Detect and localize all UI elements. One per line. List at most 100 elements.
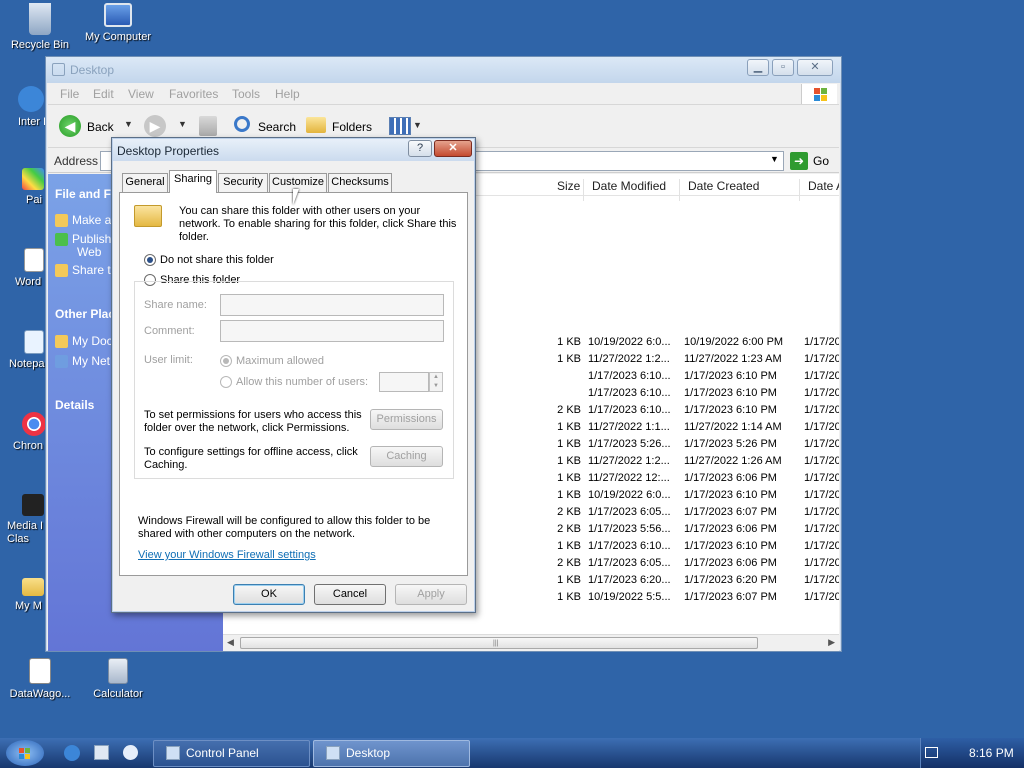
sharing-panel: You can share this folder with other use… [119,192,468,576]
start-button[interactable] [6,740,44,766]
permissions-button[interactable]: Permissions [370,409,443,430]
cell-date-created: 1/17/2023 6:07 PM [684,591,777,603]
tab-security[interactable]: Security [218,173,268,192]
task-make-new-folder[interactable]: Make a [55,213,111,228]
cell-size: 2 KB [557,404,581,416]
taskbar-control-panel[interactable]: Control Panel [153,740,310,767]
column-size[interactable]: Size [557,179,580,193]
tab-sharing[interactable]: Sharing [169,170,217,193]
cell-date-modified: 10/19/2022 5:5... [588,591,671,603]
forward-dropdown-icon[interactable]: ▼ [178,119,187,129]
tab-checksums[interactable]: Checksums [328,173,392,192]
address-dropdown-icon[interactable]: ▼ [770,154,779,164]
desktop-icon-recycle-bin[interactable]: Recycle Bin [0,3,80,52]
apply-button[interactable]: Apply [395,584,467,605]
views-icon[interactable] [389,117,411,135]
go-button[interactable]: Go [813,154,829,168]
radio-maximum-allowed-label[interactable]: Maximum allowed [236,355,324,368]
desktop-icon-label: Media I Clas [7,520,44,545]
radio-allow-number-label[interactable]: Allow this number of users: [236,376,368,389]
details-heading[interactable]: Details [55,398,94,412]
radio-do-not-share-label[interactable]: Do not share this folder [160,254,274,267]
forward-arrow-icon[interactable]: ▶ [144,115,166,137]
place-my-documents[interactable]: My Doc [55,334,113,349]
tray-keyboard-icon[interactable] [925,747,938,758]
folders-button[interactable]: Folders [332,120,372,134]
desktop-icon-my-computer[interactable]: My Computer [78,3,158,44]
tray-clock[interactable]: 8:16 PM [969,746,1014,760]
column-date-created[interactable]: Date Created [688,179,759,193]
scroll-right-icon[interactable]: ▶ [828,637,835,648]
search-icon[interactable] [234,116,250,132]
mouse-cursor-icon [293,189,305,205]
menu-view[interactable]: View [128,87,154,101]
menu-favorites[interactable]: Favorites [169,87,218,101]
cell-date-modified: 1/17/2023 6:10... [588,387,671,399]
quicklaunch-ie-icon[interactable] [64,745,80,761]
back-arrow-icon[interactable]: ◀ [59,115,81,137]
comment-input[interactable] [220,320,444,342]
desktop-icon-word[interactable]: Word [0,248,46,289]
firewall-settings-link[interactable]: View your Windows Firewall settings [138,549,316,561]
folders-icon[interactable] [306,117,326,133]
cell-date-modified: 1/17/2023 5:26... [588,438,671,450]
task-publish-web[interactable]: Publish Web [55,232,115,259]
cell-size: 1 KB [557,421,581,433]
user-count-spinner[interactable]: ▲ ▼ [429,372,443,392]
menu-help[interactable]: Help [275,87,300,101]
menu-edit[interactable]: Edit [93,87,114,101]
taskbar-desktop[interactable]: Desktop [313,740,470,767]
radio-maximum-allowed[interactable] [220,355,232,367]
help-button[interactable]: ? [408,140,432,157]
scroll-thumb[interactable]: ||| [240,637,758,649]
search-button[interactable]: Search [258,120,296,134]
share-name-input[interactable] [220,294,444,316]
views-dropdown-icon[interactable]: ▼ [413,120,422,130]
cell-date-created: 1/17/2023 5:26 PM [684,438,777,450]
column-date-accessed[interactable]: Date A [808,179,839,193]
up-folder-icon[interactable] [199,116,217,136]
menu-file[interactable]: File [60,87,79,101]
go-arrow-icon[interactable]: ➜ [790,152,808,170]
radio-do-not-share[interactable] [144,254,156,266]
cell-date-modified: 1/17/2023 6:05... [588,557,671,569]
desktop-icon-paint[interactable]: Pai [0,168,46,207]
minimize-button[interactable]: ▁ [747,59,769,76]
place-my-network[interactable]: My Net [55,354,110,369]
maximize-button[interactable]: ▫ [772,59,794,76]
chrome-icon [22,412,46,436]
task-share-folder[interactable]: Share t [55,263,111,278]
explorer-window-icon [52,63,65,76]
column-date-modified[interactable]: Date Modified [592,179,666,193]
tab-general[interactable]: General [122,173,168,192]
cell-date-created: 1/17/2023 6:06 PM [684,523,777,535]
address-label: Address [54,154,99,168]
dialog-titlebar[interactable]: Desktop Properties ? ✕ [113,139,474,161]
scroll-left-icon[interactable]: ◀ [227,637,234,648]
cell-date-created: 1/17/2023 6:10 PM [684,540,777,552]
caching-button[interactable]: Caching [370,446,443,467]
desktop-icon-media-player-classic[interactable]: Media I Clas [0,494,46,546]
desktop-icon-datawagon[interactable]: DataWago... [0,658,80,701]
cell-size: 1 KB [557,540,581,552]
desktop-icon-notepad[interactable]: Notepa [0,330,46,371]
desktop-icon-internet-explorer[interactable]: Inter Explo [0,86,46,129]
radio-allow-number[interactable] [220,376,232,388]
close-button[interactable]: ✕ [797,59,833,76]
file-tasks-heading[interactable]: File and Fo [55,187,118,201]
explorer-titlebar[interactable]: Desktop ▁ ▫ ✕ [46,57,841,83]
menu-tools[interactable]: Tools [232,87,260,101]
quicklaunch-explorer-icon[interactable] [94,745,109,760]
cancel-button[interactable]: Cancel [314,584,386,605]
desktop-icon-calculator[interactable]: Calculator [78,658,158,701]
dialog-close-button[interactable]: ✕ [434,140,472,157]
ok-button[interactable]: OK [233,584,305,605]
user-count-input[interactable] [379,372,429,392]
quicklaunch-media-icon[interactable] [123,745,138,760]
desktop-icon-my-music[interactable]: My M [0,578,46,613]
desktop-icon-chrome[interactable]: Chron [0,412,46,453]
back-dropdown-icon[interactable]: ▼ [124,119,133,129]
horizontal-scrollbar[interactable]: ◀ ||| ▶ [223,634,839,651]
back-button[interactable]: Back [87,120,114,134]
new-folder-icon [55,214,68,228]
